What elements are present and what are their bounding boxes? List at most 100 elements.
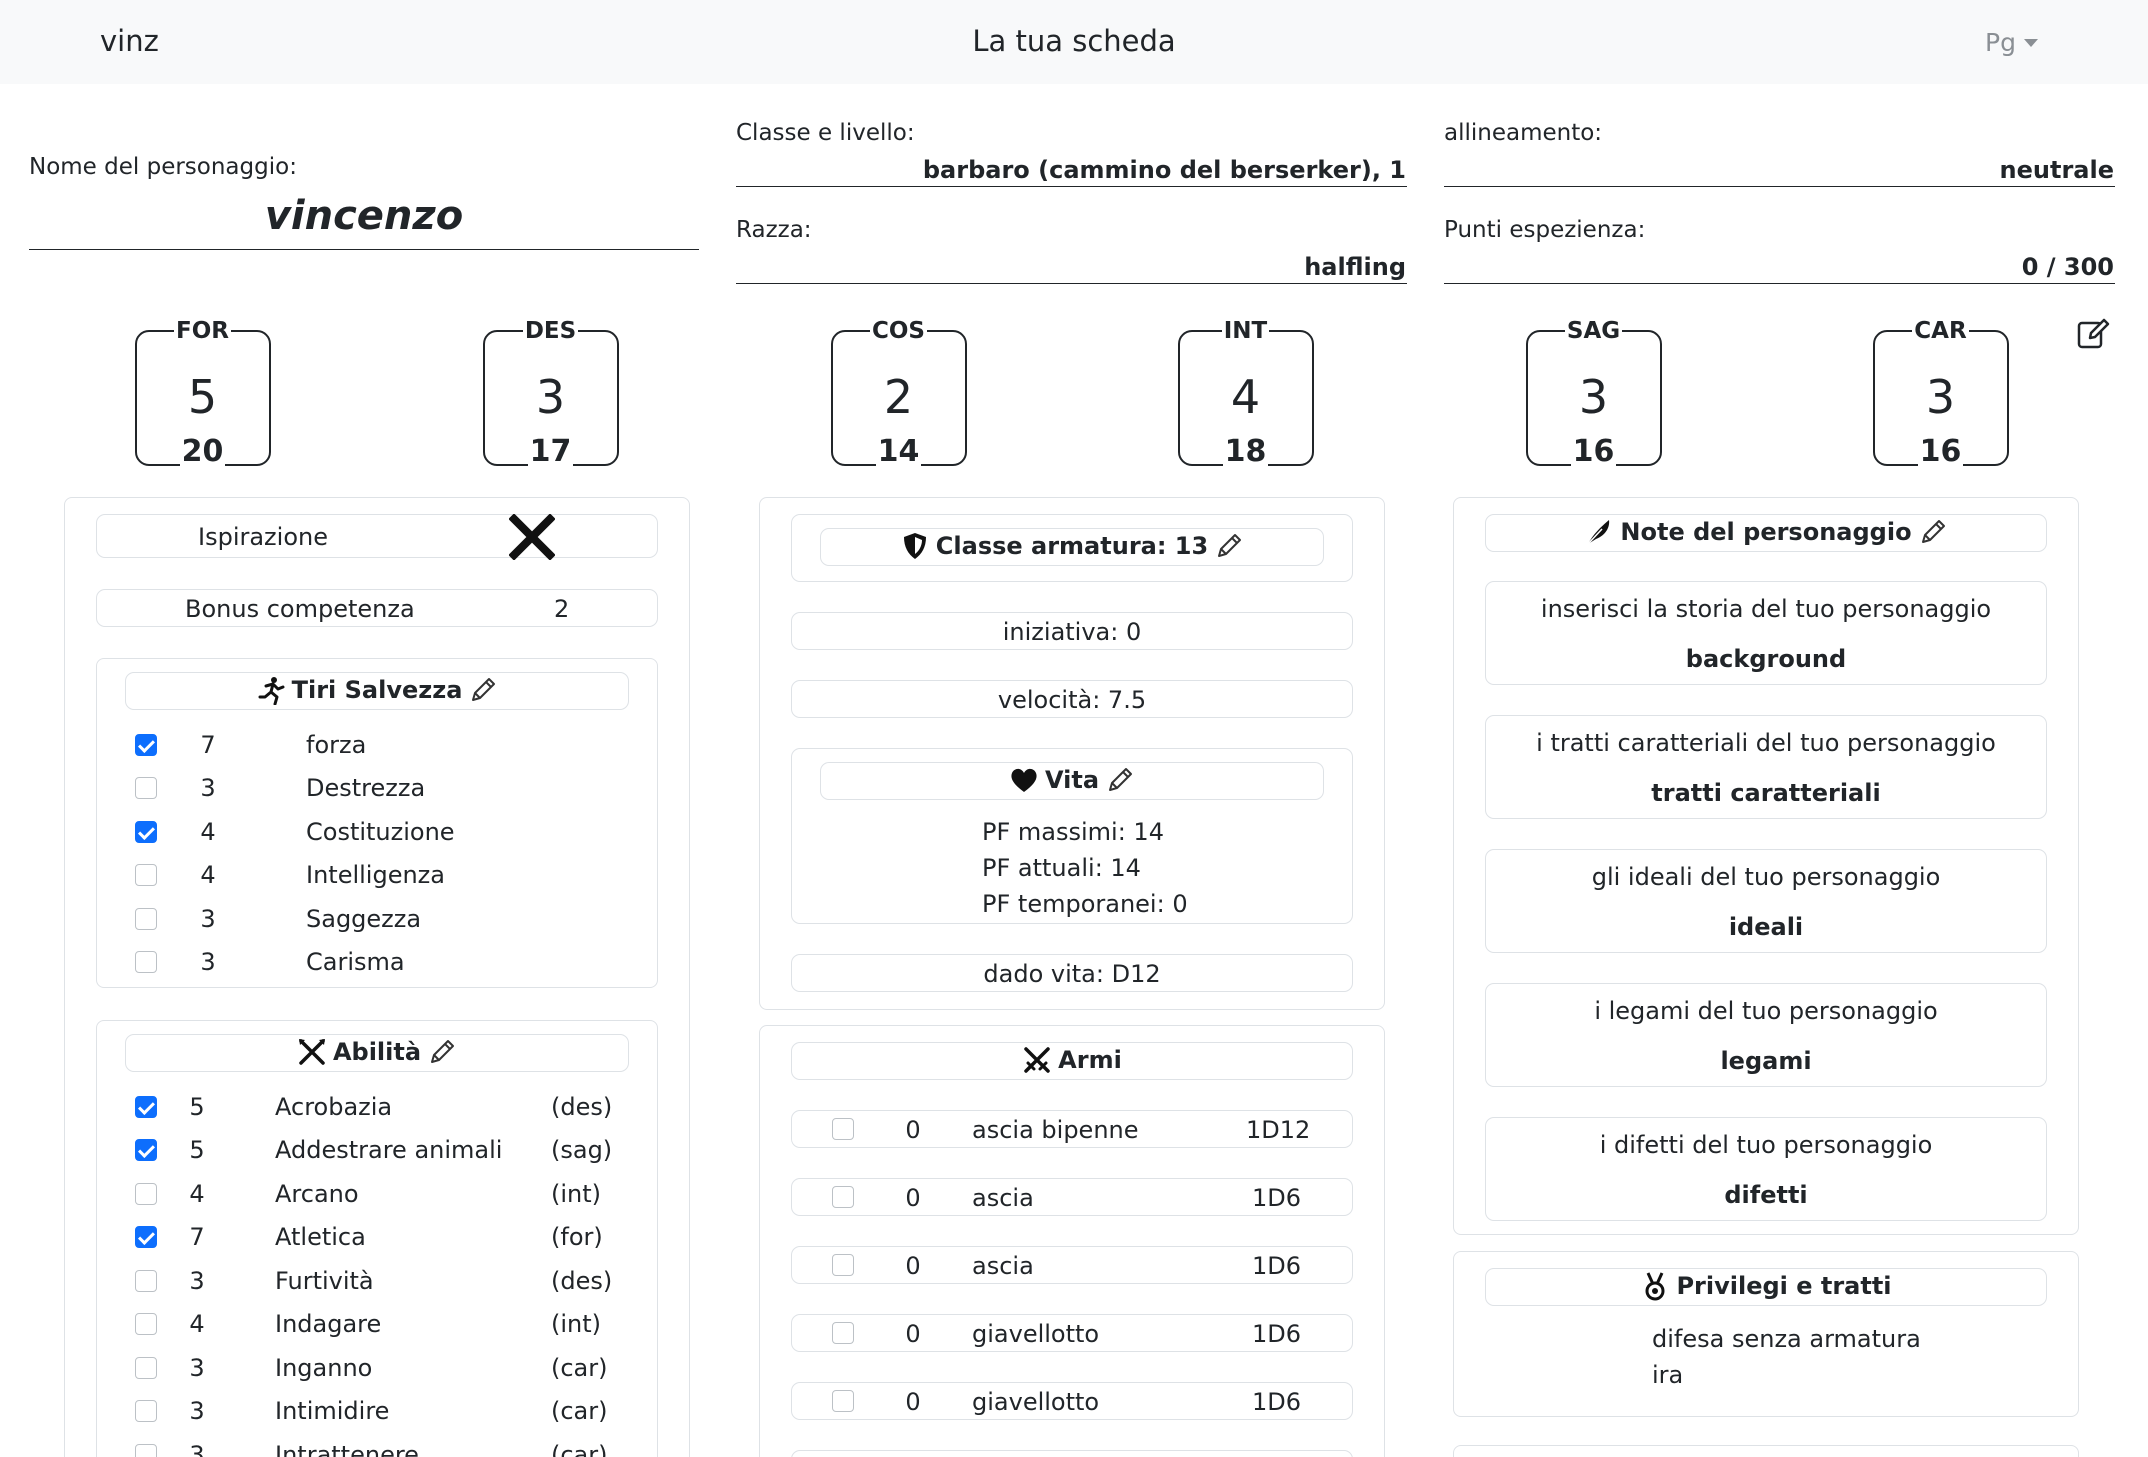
saving-throw-checkbox[interactable] <box>135 908 157 930</box>
pencil-icon[interactable] <box>1918 517 1948 547</box>
skill-checkbox[interactable] <box>135 1400 157 1422</box>
note-flaws[interactable]: i difetti del tuo personaggio difetti <box>1485 1117 2047 1221</box>
saving-throw-value: 3 <box>200 774 216 802</box>
stat-box-des[interactable]: DES 3 17 <box>483 318 619 469</box>
proficiency-row: Bonus competenza 2 <box>96 589 658 627</box>
name-underline <box>29 249 699 250</box>
saving-throw-checkbox[interactable] <box>135 777 157 799</box>
caret-down-icon <box>2023 38 2038 47</box>
edit-stats-icon[interactable] <box>2076 316 2110 350</box>
weapon-checkbox[interactable] <box>832 1390 854 1412</box>
skill-checkbox[interactable] <box>135 1357 157 1379</box>
running-icon <box>258 677 285 705</box>
stat-label: COS <box>870 318 927 344</box>
saving-throw-checkbox[interactable] <box>135 821 157 843</box>
saving-throws-title: Tiri Salvezza <box>291 676 463 704</box>
race-underline <box>736 283 1407 284</box>
class-value[interactable]: barbaro (cammino del berserker), 1 <box>736 156 1406 184</box>
weapon-checkbox[interactable] <box>832 1254 854 1276</box>
weapon-row[interactable]: 0 giavellotto 1D6 <box>791 1314 1353 1352</box>
pencil-icon[interactable] <box>468 675 498 705</box>
stat-label: FOR <box>174 318 231 344</box>
skill-checkbox[interactable] <box>135 1139 157 1161</box>
saving-throw-checkbox[interactable] <box>135 864 157 886</box>
stat-box-cos[interactable]: COS 2 14 <box>831 318 967 469</box>
skill-value: 4 <box>189 1310 205 1338</box>
skills-card: Abilità 5 Acrobazia (des) 5 Addestrare a… <box>96 1020 658 1457</box>
saving-throw-value: 4 <box>200 818 216 846</box>
pg-dropdown[interactable]: Pg <box>1985 28 2038 57</box>
xp-value[interactable]: 0 / 300 <box>1444 253 2114 281</box>
weapon-row[interactable]: 0 ascia bipenne 1D12 <box>791 1110 1353 1148</box>
nav-title[interactable]: La tua scheda <box>0 24 2148 58</box>
character-name[interactable]: vincenzo <box>29 193 699 239</box>
skill-name: Acrobazia <box>275 1093 393 1121</box>
stat-score: 20 <box>179 434 226 469</box>
note-traits[interactable]: i tratti caratteriali del tuo personaggi… <box>1485 715 2047 819</box>
saving-throw-value: 3 <box>200 948 216 976</box>
note-hint: i difetti del tuo personaggio <box>1599 1131 1933 1159</box>
weapon-damage: 1D6 <box>1252 1320 1302 1348</box>
stat-box-for[interactable]: FOR 5 20 <box>135 318 271 469</box>
skill-ability: (des) <box>551 1267 613 1295</box>
note-bonds[interactable]: i legami del tuo personaggio legami <box>1485 983 2047 1087</box>
pencil-icon[interactable] <box>1214 531 1244 561</box>
proficiency-value: 2 <box>554 595 570 623</box>
saving-throw-name: Carisma <box>306 948 405 976</box>
name-label: Nome del personaggio: <box>29 154 297 180</box>
skill-checkbox[interactable] <box>135 1313 157 1335</box>
skill-value: 5 <box>189 1136 205 1164</box>
skill-checkbox[interactable] <box>135 1226 157 1248</box>
weapon-row[interactable]: 0 ascia 1D6 <box>791 1178 1353 1216</box>
weapon-checkbox[interactable] <box>832 1186 854 1208</box>
skill-checkbox[interactable] <box>135 1096 157 1118</box>
skill-value: 3 <box>189 1267 205 1295</box>
weapon-damage: 1D6 <box>1252 1388 1302 1416</box>
features-card: Privilegi e tratti difesa senza armatura… <box>1453 1251 2079 1417</box>
skill-ability: (sag) <box>551 1136 613 1164</box>
skill-checkbox[interactable] <box>135 1270 157 1292</box>
stat-label: INT <box>1221 318 1270 344</box>
initiative-text: iniziativa: 0 <box>1002 618 1142 646</box>
life-box: Vita PF massimi: 14 PF attuali: 14 PF te… <box>791 748 1353 924</box>
skill-name: Intimidire <box>275 1397 390 1425</box>
pencil-icon[interactable] <box>1105 765 1135 795</box>
skill-checkbox[interactable] <box>135 1444 157 1457</box>
skill-value: 4 <box>189 1180 205 1208</box>
saving-throw-name: Destrezza <box>306 774 426 802</box>
shield-icon <box>903 533 926 559</box>
proficiency-label: Bonus competenza <box>185 595 415 623</box>
features-title: Privilegi e tratti <box>1676 1272 1892 1300</box>
alignment-value[interactable]: neutrale <box>1444 156 2114 184</box>
weapon-checkbox[interactable] <box>832 1118 854 1140</box>
weapon-row-partial[interactable] <box>791 1450 1353 1457</box>
skill-checkbox[interactable] <box>135 1183 157 1205</box>
pencil-icon[interactable] <box>427 1037 457 1067</box>
x-icon[interactable] <box>509 514 555 560</box>
combat-card: Classe armatura: 13 iniziativa: 0 veloci… <box>759 497 1385 1010</box>
saving-throw-value: 7 <box>200 731 216 759</box>
life-header: Vita <box>820 762 1324 800</box>
alignment-underline <box>1444 186 2115 187</box>
stat-box-car[interactable]: CAR 3 16 <box>1873 318 2009 469</box>
weapon-row[interactable]: 0 giavellotto 1D6 <box>791 1382 1353 1420</box>
stat-score: 18 <box>1222 434 1269 469</box>
weapon-name: ascia <box>972 1184 1034 1212</box>
weapon-row[interactable]: 0 ascia 1D6 <box>791 1246 1353 1284</box>
pg-dropdown-label: Pg <box>1985 28 2016 57</box>
skill-ability: (car) <box>551 1354 608 1382</box>
race-value[interactable]: halfling <box>736 253 1406 281</box>
note-background[interactable]: inserisci la storia del tuo personaggio … <box>1485 581 2047 685</box>
note-ideals[interactable]: gli ideali del tuo personaggio ideali <box>1485 849 2047 953</box>
skill-name: Intrattenere <box>275 1441 419 1457</box>
stat-box-int[interactable]: INT 4 18 <box>1178 318 1314 469</box>
stat-box-sag[interactable]: SAG 3 16 <box>1526 318 1662 469</box>
skill-name: Inganno <box>275 1354 373 1382</box>
feature-item: ira <box>1652 1361 1684 1389</box>
saving-throw-checkbox[interactable] <box>135 734 157 756</box>
weapon-checkbox[interactable] <box>832 1322 854 1344</box>
saving-throw-value: 4 <box>200 861 216 889</box>
saving-throw-checkbox[interactable] <box>135 951 157 973</box>
inspiration-row[interactable]: Ispirazione <box>96 514 658 560</box>
skill-value: 3 <box>189 1441 205 1457</box>
